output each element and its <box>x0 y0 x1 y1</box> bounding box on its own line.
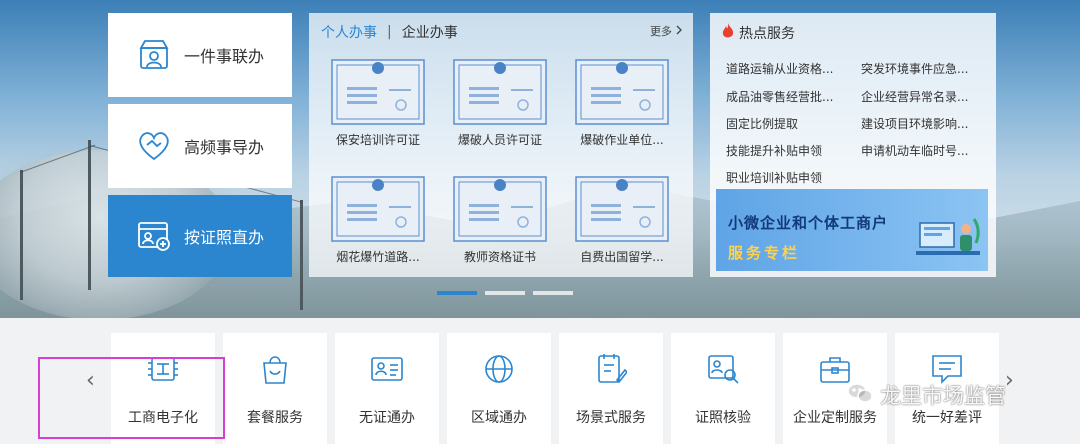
id-card-icon <box>367 349 407 389</box>
telescope-tower <box>300 200 303 310</box>
hot-service-link[interactable]: 道路运输从业资格... <box>726 60 833 77</box>
hot-service-link[interactable]: 固定比例提取 <box>726 115 798 132</box>
cert-label: 教师资格证书 <box>463 250 536 264</box>
chevron-left-icon[interactable]: ‹ <box>86 368 95 393</box>
banner-illustration <box>916 209 984 271</box>
banner-title: 小微企业和个体工商户 <box>728 214 889 232</box>
service-label: 无证通办 <box>359 410 415 426</box>
cert-item[interactable]: 爆破人员许可证 <box>445 59 555 148</box>
service-business-e[interactable]: 工商电子化 <box>111 333 215 444</box>
certificate-icon <box>575 59 669 125</box>
cert-item[interactable]: 烟花爆竹道路... <box>323 176 433 265</box>
chevron-right-icon <box>675 25 683 38</box>
cert-label: 爆破作业单位... <box>580 133 664 147</box>
tab-separator: | <box>387 24 392 40</box>
cert-label: 爆破人员许可证 <box>457 133 542 147</box>
wechat-icon <box>846 381 874 410</box>
small-business-banner[interactable]: 小微企业和个体工商户 服务专栏 <box>716 189 988 271</box>
telescope-tower <box>20 170 23 300</box>
cert-item[interactable]: 教师资格证书 <box>445 176 555 265</box>
certificate-icon <box>331 59 425 125</box>
menu-label: 一件事联办 <box>184 47 265 66</box>
verify-search-icon <box>703 349 743 389</box>
service-label: 工商电子化 <box>128 410 198 426</box>
shopping-bag-icon <box>255 349 295 389</box>
hot-service-link[interactable]: 突发环境事件应急... <box>861 60 968 77</box>
telescope-tower <box>88 140 91 290</box>
cert-item[interactable]: 自费出国留学... <box>567 176 677 265</box>
service-label: 套餐服务 <box>247 410 303 426</box>
carousel-dot[interactable] <box>533 291 573 295</box>
tab-enterprise[interactable]: 企业办事 <box>402 22 458 42</box>
more-link[interactable]: 更多 <box>650 23 683 39</box>
watermark: 龙里市场监管 <box>846 380 1006 410</box>
cert-label: 烟花爆竹道路... <box>336 250 420 264</box>
document-pen-icon <box>591 349 631 389</box>
hot-service-link[interactable]: 成品油零售经营批... <box>726 88 833 105</box>
certificate-icon <box>575 176 669 242</box>
people-service-icon <box>136 37 172 73</box>
watermark-text: 龙里市场监管 <box>880 384 1006 408</box>
panel-tabs: 个人办事 | 企业办事 <box>321 22 458 42</box>
menu-label: 按证照直办 <box>184 228 265 247</box>
cert-label: 自费出国留学... <box>580 250 664 264</box>
banner-subtitle: 服务专栏 <box>728 244 801 262</box>
hot-service-link[interactable]: 建设项目环境影响... <box>861 115 968 132</box>
tab-personal[interactable]: 个人办事 <box>321 22 377 42</box>
hot-service-link[interactable]: 申请机动车临时号... <box>861 142 968 159</box>
menu-by-license[interactable]: 按证照直办 <box>108 195 292 277</box>
service-no-certificate[interactable]: 无证通办 <box>335 333 439 444</box>
menu-high-frequency[interactable]: 高频事导办 <box>108 104 292 188</box>
hot-service-link[interactable]: 技能提升补贴申领 <box>726 142 822 159</box>
hot-services-title: 热点服务 <box>739 26 795 42</box>
handshake-heart-icon <box>136 128 172 164</box>
chip-icon <box>143 349 183 389</box>
cert-label: 保安培训许可证 <box>335 133 420 147</box>
carousel-dot-active[interactable] <box>437 291 477 295</box>
certificate-icon <box>453 176 547 242</box>
cert-item[interactable]: 爆破作业单位... <box>567 59 677 148</box>
id-card-add-icon <box>136 218 172 254</box>
certificate-panel: 个人办事 | 企业办事 更多 保安培训许可证 爆破人员许可证 爆破作业单位...… <box>309 13 693 277</box>
page: 一件事联办 高频事导办 按证照直办 个人办事 | 企业办事 更多 保安培训许可证… <box>0 0 1080 444</box>
service-label: 企业定制服务 <box>793 410 877 426</box>
service-label: 场景式服务 <box>576 410 646 426</box>
cert-item[interactable]: 保安培训许可证 <box>323 59 433 148</box>
globe-icon <box>479 349 519 389</box>
service-label: 证照核验 <box>695 410 751 426</box>
menu-one-thing-joint[interactable]: 一件事联办 <box>108 13 292 97</box>
flame-icon <box>722 23 734 43</box>
menu-label: 高频事导办 <box>184 138 265 157</box>
chevron-right-icon[interactable]: › <box>1005 368 1014 393</box>
certificate-icon <box>453 59 547 125</box>
service-label: 区域通办 <box>471 410 527 426</box>
hot-service-link[interactable]: 职业培训补贴申领 <box>726 169 822 186</box>
service-package[interactable]: 套餐服务 <box>223 333 327 444</box>
service-scenario[interactable]: 场景式服务 <box>559 333 663 444</box>
service-regional[interactable]: 区域通办 <box>447 333 551 444</box>
carousel-dot[interactable] <box>485 291 525 295</box>
service-label: 统一好差评 <box>912 410 982 426</box>
certificate-icon <box>331 176 425 242</box>
hot-services-header: 热点服务 <box>722 23 795 43</box>
more-label: 更多 <box>650 25 672 38</box>
service-license-verify[interactable]: 证照核验 <box>671 333 775 444</box>
hot-service-link[interactable]: 企业经营异常名录... <box>861 88 968 105</box>
